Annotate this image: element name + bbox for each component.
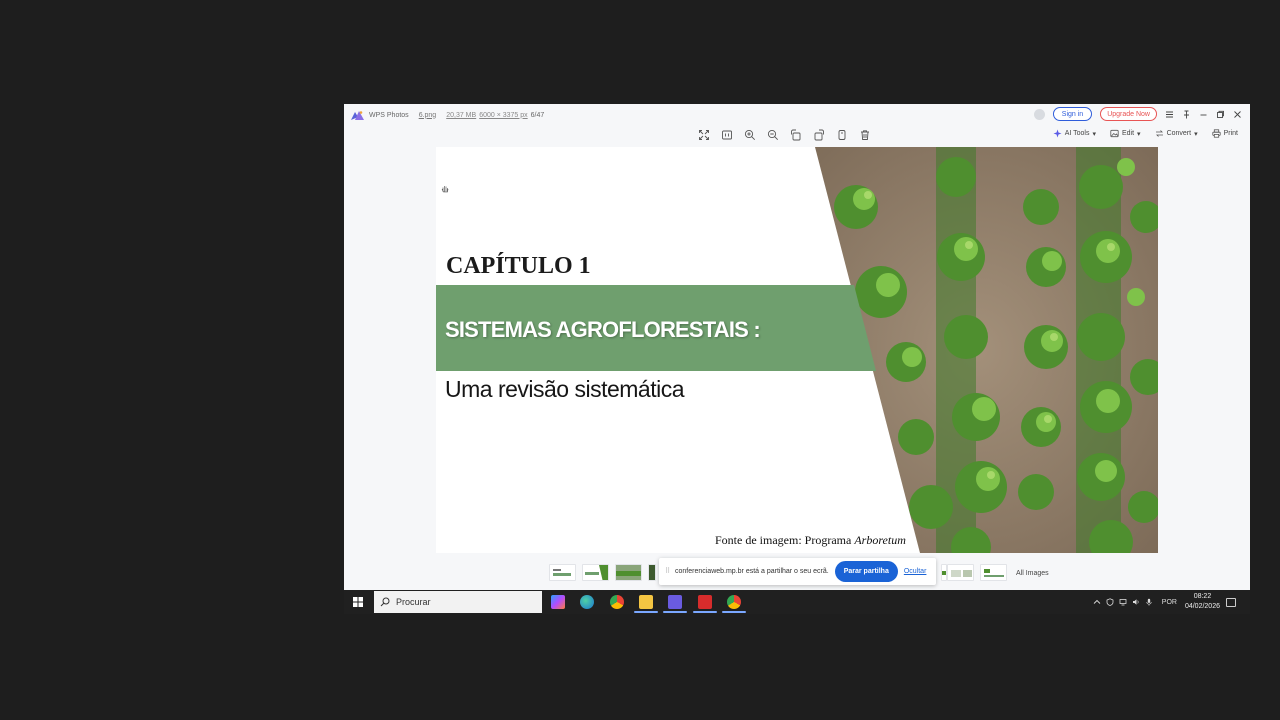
screen-share-bar: ⠿ conferenciaweb.mp.br está a partilhar … [659, 558, 936, 585]
convert-menu[interactable]: Convert ▾ [1155, 129, 1198, 138]
thumbnail[interactable] [648, 564, 656, 581]
taskbar-search[interactable]: Procurar [374, 591, 542, 613]
user-avatar-icon[interactable] [1033, 108, 1045, 120]
all-images-button[interactable]: All Images [1016, 570, 1049, 577]
title-bar: WPS Photos 6.png 20,37 MB 6000 × 3375 px… [344, 104, 1250, 126]
active-indicator [663, 611, 687, 613]
image-position: 6/47 [530, 111, 545, 119]
wps-photos-taskbar-icon[interactable] [668, 595, 682, 609]
crop-icon[interactable] [836, 129, 848, 141]
rotate-left-icon[interactable] [790, 129, 802, 141]
menu-icon[interactable] [1165, 110, 1174, 119]
actual-size-icon[interactable] [721, 129, 733, 141]
slide-heading: SISTEMAS AGROFLORESTAIS : [445, 317, 761, 342]
copilot-icon[interactable] [551, 595, 565, 609]
printer-icon [1211, 129, 1221, 138]
security-icon[interactable] [1106, 598, 1114, 606]
ai-sparkle-icon [1053, 129, 1062, 138]
system-tray: POR 08:22 04/02/2026 [1093, 590, 1250, 614]
restore-icon[interactable] [1216, 110, 1225, 119]
search-placeholder: Procurar [396, 597, 431, 607]
file-size: 20,37 MB [446, 111, 477, 119]
chapter-title: CAPÍTULO 1 [446, 253, 591, 279]
pin-icon[interactable] [1182, 110, 1191, 119]
clock-date: 04/02/2026 [1184, 603, 1220, 610]
edge-browser-icon[interactable] [580, 595, 594, 609]
active-indicator [693, 611, 717, 613]
network-icon[interactable] [1119, 598, 1127, 606]
agroforestry-aerial-photo [436, 147, 1158, 553]
thumbnail[interactable] [582, 564, 609, 581]
thumbnail[interactable] [947, 564, 974, 581]
taskbar: Procurar POR 08:22 04/02/2026 [344, 590, 1250, 614]
thumbnail[interactable] [980, 564, 1007, 581]
convert-label: Convert [1166, 130, 1192, 137]
print-button[interactable]: Print [1211, 129, 1238, 138]
sign-in-button[interactable]: Sign in [1052, 107, 1093, 121]
app-name: WPS Photos [369, 111, 409, 119]
notifications-icon[interactable] [1226, 597, 1236, 607]
thumbnail[interactable] [549, 564, 576, 581]
image-source-caption: Fonte de imagem: Programa Arboretum [715, 533, 906, 548]
ai-tools-menu[interactable]: AI Tools ▾ [1053, 129, 1096, 138]
delete-icon[interactable] [859, 129, 871, 141]
toolbar-actions: AI Tools ▾ Edit ▾ Convert ▾ Print [1053, 129, 1238, 138]
thumbnail[interactable] [615, 564, 642, 581]
print-label: Print [1223, 130, 1238, 137]
wps-photos-window: WPS Photos 6.png 20,37 MB 6000 × 3375 px… [344, 104, 1250, 590]
clock-time: 08:22 [1193, 593, 1212, 600]
source-prefix: Fonte de imagem: Programa [715, 533, 852, 547]
taskbar-clock[interactable]: 08:22 04/02/2026 [1185, 592, 1220, 612]
active-indicator [722, 611, 746, 613]
convert-icon [1155, 130, 1163, 137]
ai-tools-label: AI Tools [1064, 130, 1090, 137]
file-explorer-icon[interactable] [639, 595, 653, 609]
edit-menu[interactable]: Edit ▾ [1110, 129, 1141, 138]
toolbar: AI Tools ▾ Edit ▾ Convert ▾ Print [344, 126, 1250, 146]
input-language[interactable]: POR [1162, 599, 1177, 606]
share-message: conferenciaweb.mp.br está a partilhar o … [675, 568, 829, 575]
edit-label: Edit [1121, 130, 1135, 137]
windows-start-icon[interactable] [353, 597, 363, 607]
active-indicator [634, 611, 658, 613]
wps-photos-logo-icon [351, 111, 364, 120]
chevron-down-icon: ▾ [1137, 130, 1141, 138]
zoom-in-icon[interactable] [744, 129, 756, 141]
drag-handle-icon[interactable]: ⠿ [665, 567, 670, 576]
image-dimensions: 6000 × 3375 px [479, 111, 528, 119]
search-icon [380, 597, 390, 607]
close-icon[interactable] [1233, 110, 1242, 119]
file-name[interactable]: 6.png [419, 112, 437, 119]
volume-icon[interactable] [1132, 598, 1140, 606]
view-tools [698, 129, 871, 141]
minimize-icon[interactable] [1199, 110, 1208, 119]
upgrade-now-button[interactable]: Upgrade Now [1100, 107, 1157, 121]
fullscreen-icon[interactable] [698, 129, 710, 141]
chevron-down-icon: ▾ [1092, 130, 1096, 138]
chevron-down-icon: ▾ [1194, 130, 1198, 138]
source-italic: Arboretum [854, 533, 906, 547]
wps-office-icon[interactable] [698, 595, 712, 609]
microphone-icon[interactable] [1145, 598, 1153, 606]
hide-link[interactable]: Ocultar [904, 568, 927, 575]
title-bar-actions: Sign in Upgrade Now [1033, 107, 1242, 121]
zoom-out-icon[interactable] [767, 129, 779, 141]
slide-subtitle: Uma revisão sistemática [445, 376, 685, 402]
edit-image-icon [1110, 129, 1119, 138]
stop-sharing-button[interactable]: Parar partilha [834, 561, 898, 582]
chevron-up-icon[interactable] [1093, 598, 1101, 606]
hand-cursor-icon [441, 186, 449, 193]
rotate-right-icon[interactable] [813, 129, 825, 141]
chrome-profile-icon[interactable] [727, 595, 741, 609]
image-canvas[interactable]: CAPÍTULO 1 SISTEMAS AGROFLORESTAIS : Uma… [436, 147, 1158, 553]
chrome-browser-icon[interactable] [610, 595, 624, 609]
